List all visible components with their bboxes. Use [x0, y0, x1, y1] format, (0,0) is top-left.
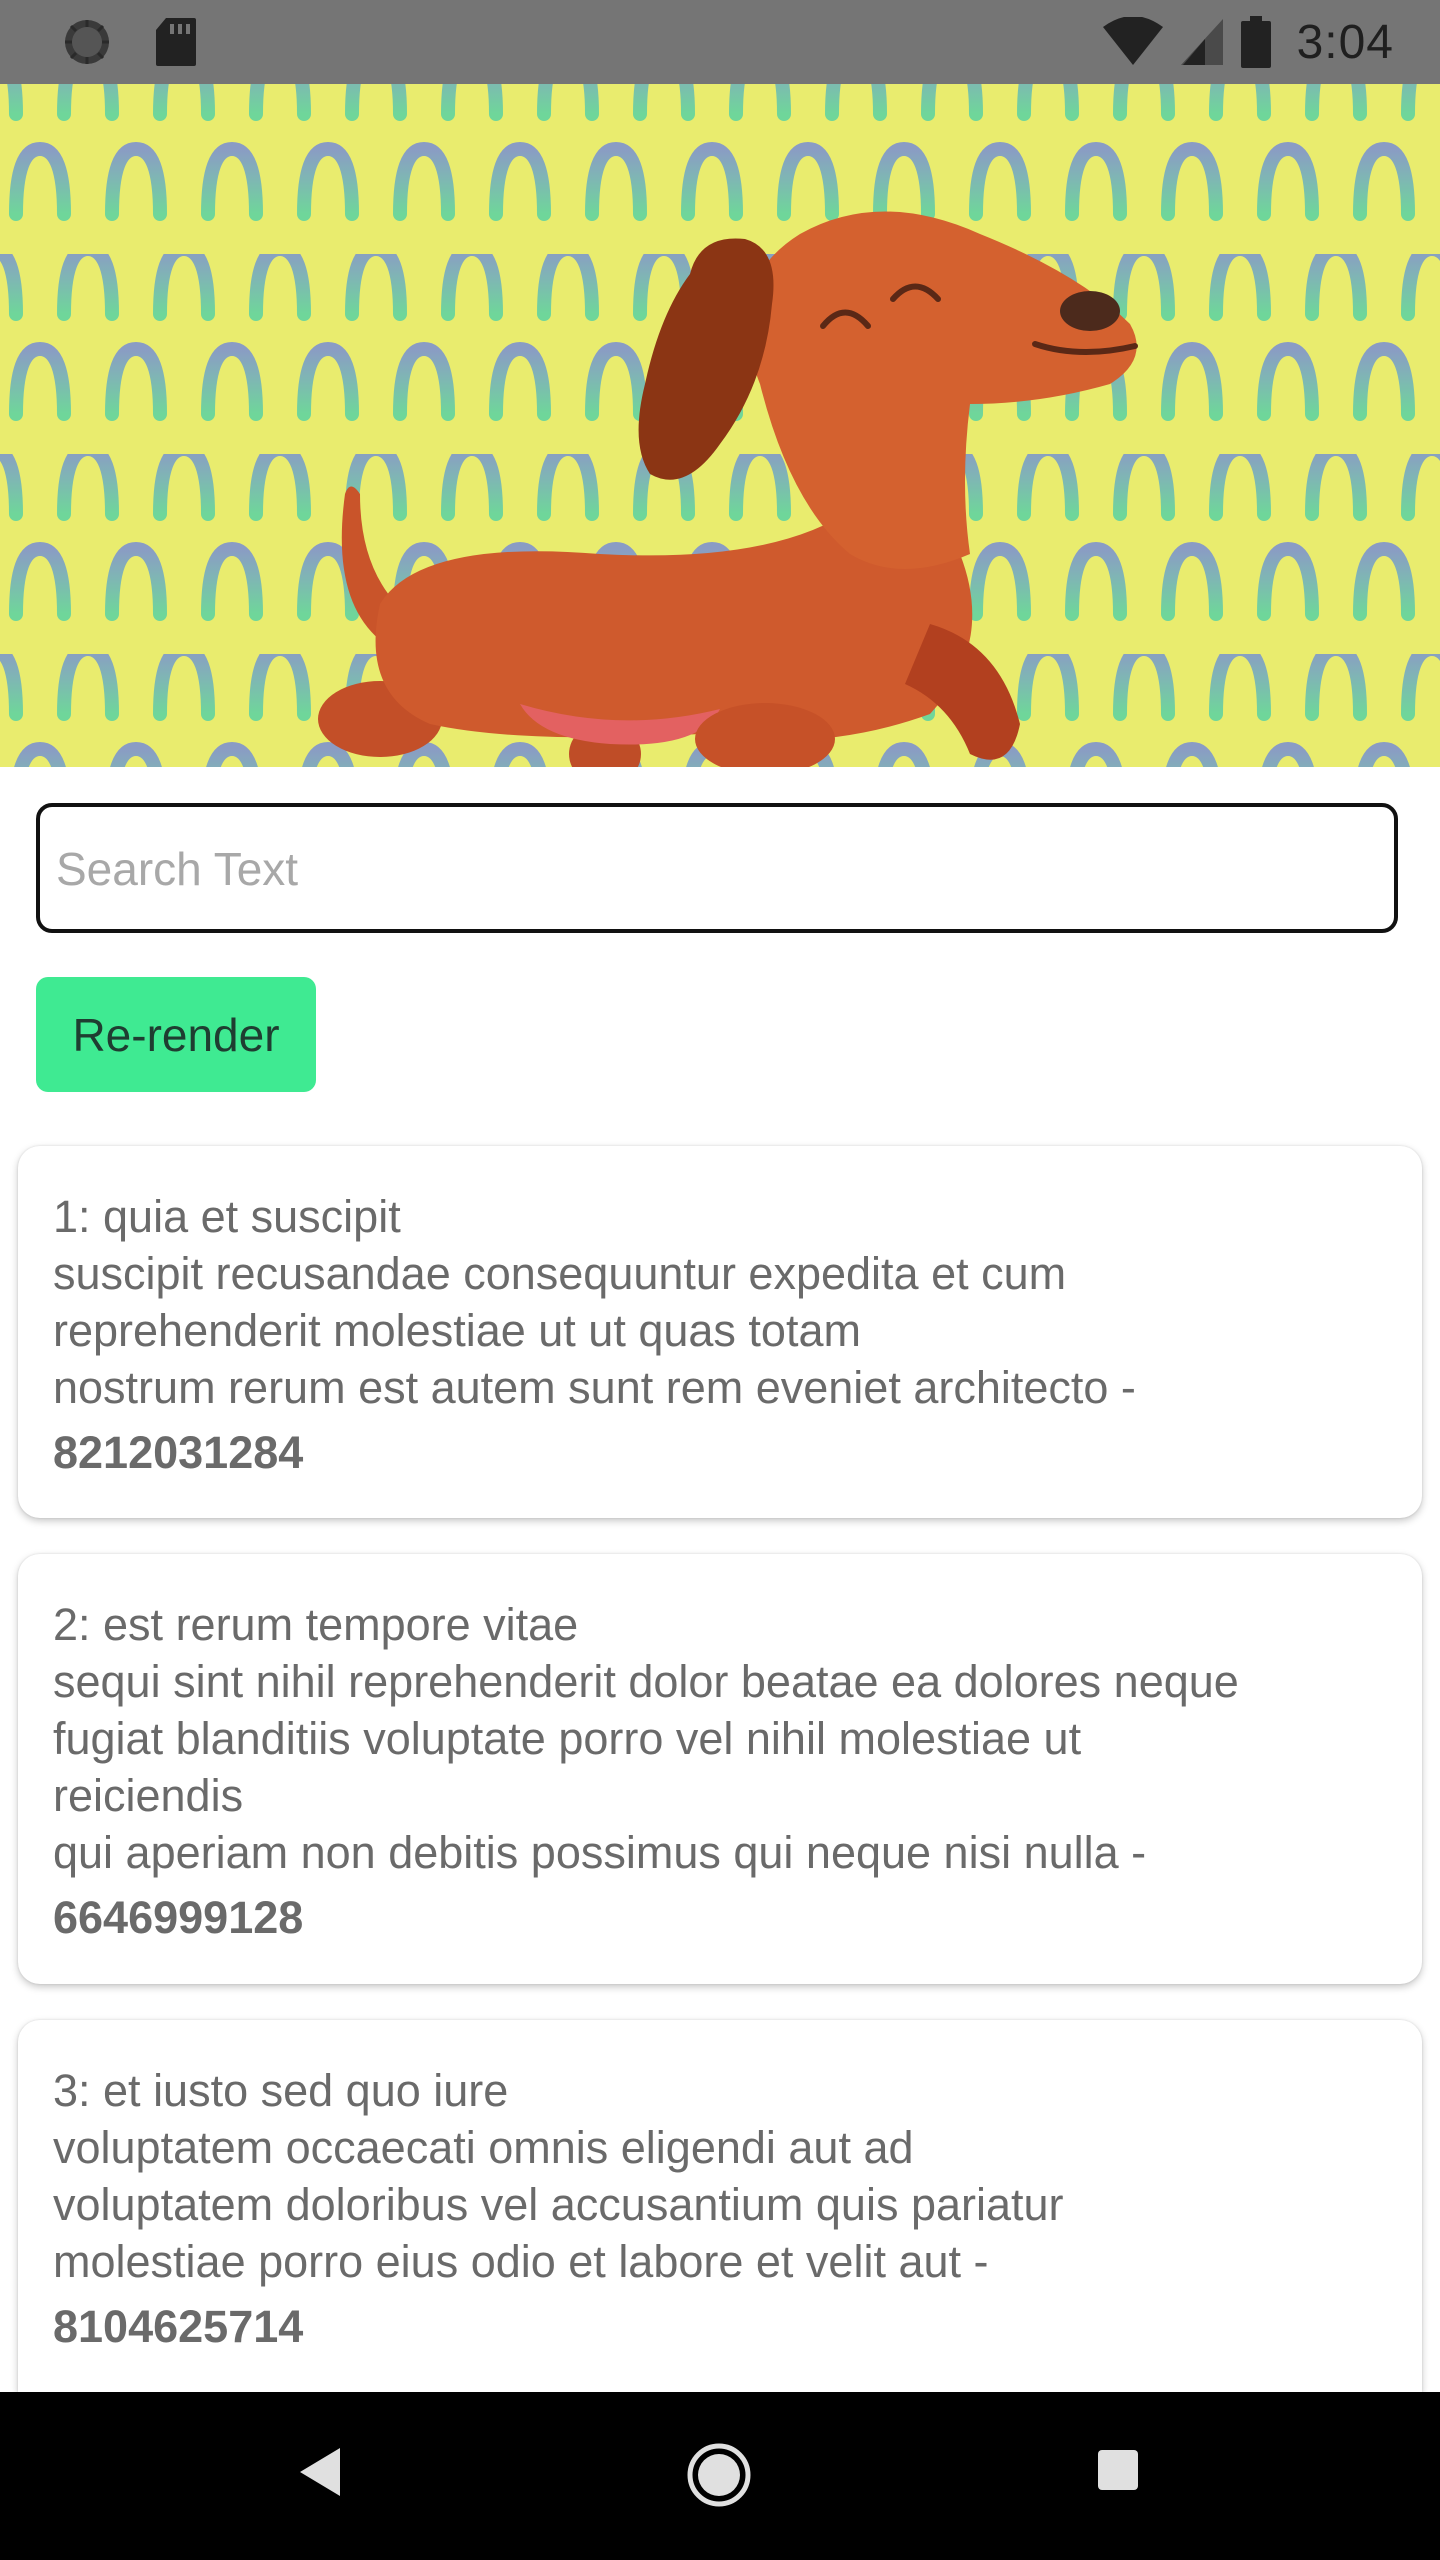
post-card: 1: quia et suscipit suscipit recusandae …	[18, 1146, 1422, 1518]
search-input[interactable]	[54, 807, 1378, 931]
home-icon[interactable]	[686, 2442, 752, 2508]
post-title: 3: et iusto sed quo iure	[53, 2065, 509, 2116]
post-title: 1: quia et suscipit	[53, 1191, 401, 1242]
recents-icon[interactable]	[1096, 2448, 1140, 2492]
status-bar: 3:04	[0, 0, 1440, 84]
status-bar-left	[60, 14, 198, 70]
post-phone: 8104625714	[53, 2301, 304, 2352]
post-phone: 8212031284	[53, 1427, 304, 1478]
navigation-bar	[0, 2392, 1440, 2560]
post-card: 2: est rerum tempore vitae sequi sint ni…	[18, 1554, 1422, 1984]
post-phone: 6646999128	[53, 1892, 304, 1943]
post-title: 2: est rerum tempore vitae	[53, 1599, 579, 1650]
rerender-button[interactable]: Re-render	[36, 977, 316, 1092]
back-icon[interactable]	[296, 2444, 344, 2500]
post-body-line: reprehenderit molestiae ut ut quas totam	[53, 1305, 861, 1356]
post-body-line: qui aperiam non debitis possimus qui neq…	[53, 1827, 1147, 1878]
status-time: 3:04	[1296, 15, 1394, 69]
status-bar-right: 3:04	[1101, 10, 1394, 74]
post-body-line: nostrum rerum est autem sunt rem eveniet…	[53, 1362, 1136, 1413]
post-body-line: sequi sint nihil reprehenderit dolor bea…	[53, 1656, 1239, 1707]
wifi-icon	[1102, 17, 1163, 65]
post-body-line: molestiae porro eius odio et labore et v…	[53, 2236, 989, 2287]
signal-icon	[1180, 19, 1223, 65]
post-body-line: reiciendis	[53, 1770, 244, 1821]
post-body-line: suscipit recusandae consequuntur expedit…	[53, 1248, 1067, 1299]
post-body-line: voluptatem doloribus vel accusantium qui…	[53, 2179, 1064, 2230]
search-field[interactable]	[36, 803, 1398, 933]
sd-card-icon	[156, 18, 196, 66]
post-card: 3: et iusto sed quo iure voluptatem occa…	[18, 2020, 1422, 2392]
post-body-line: fugiat blanditiis voluptate porro vel ni…	[53, 1713, 1082, 1764]
battery-icon	[1240, 16, 1271, 68]
hero-image	[0, 84, 1440, 767]
post-body-line: voluptatem occaecati omnis eligendi aut …	[53, 2122, 914, 2173]
sync-icon	[65, 20, 109, 64]
dachshund-illustration	[0, 84, 1440, 767]
